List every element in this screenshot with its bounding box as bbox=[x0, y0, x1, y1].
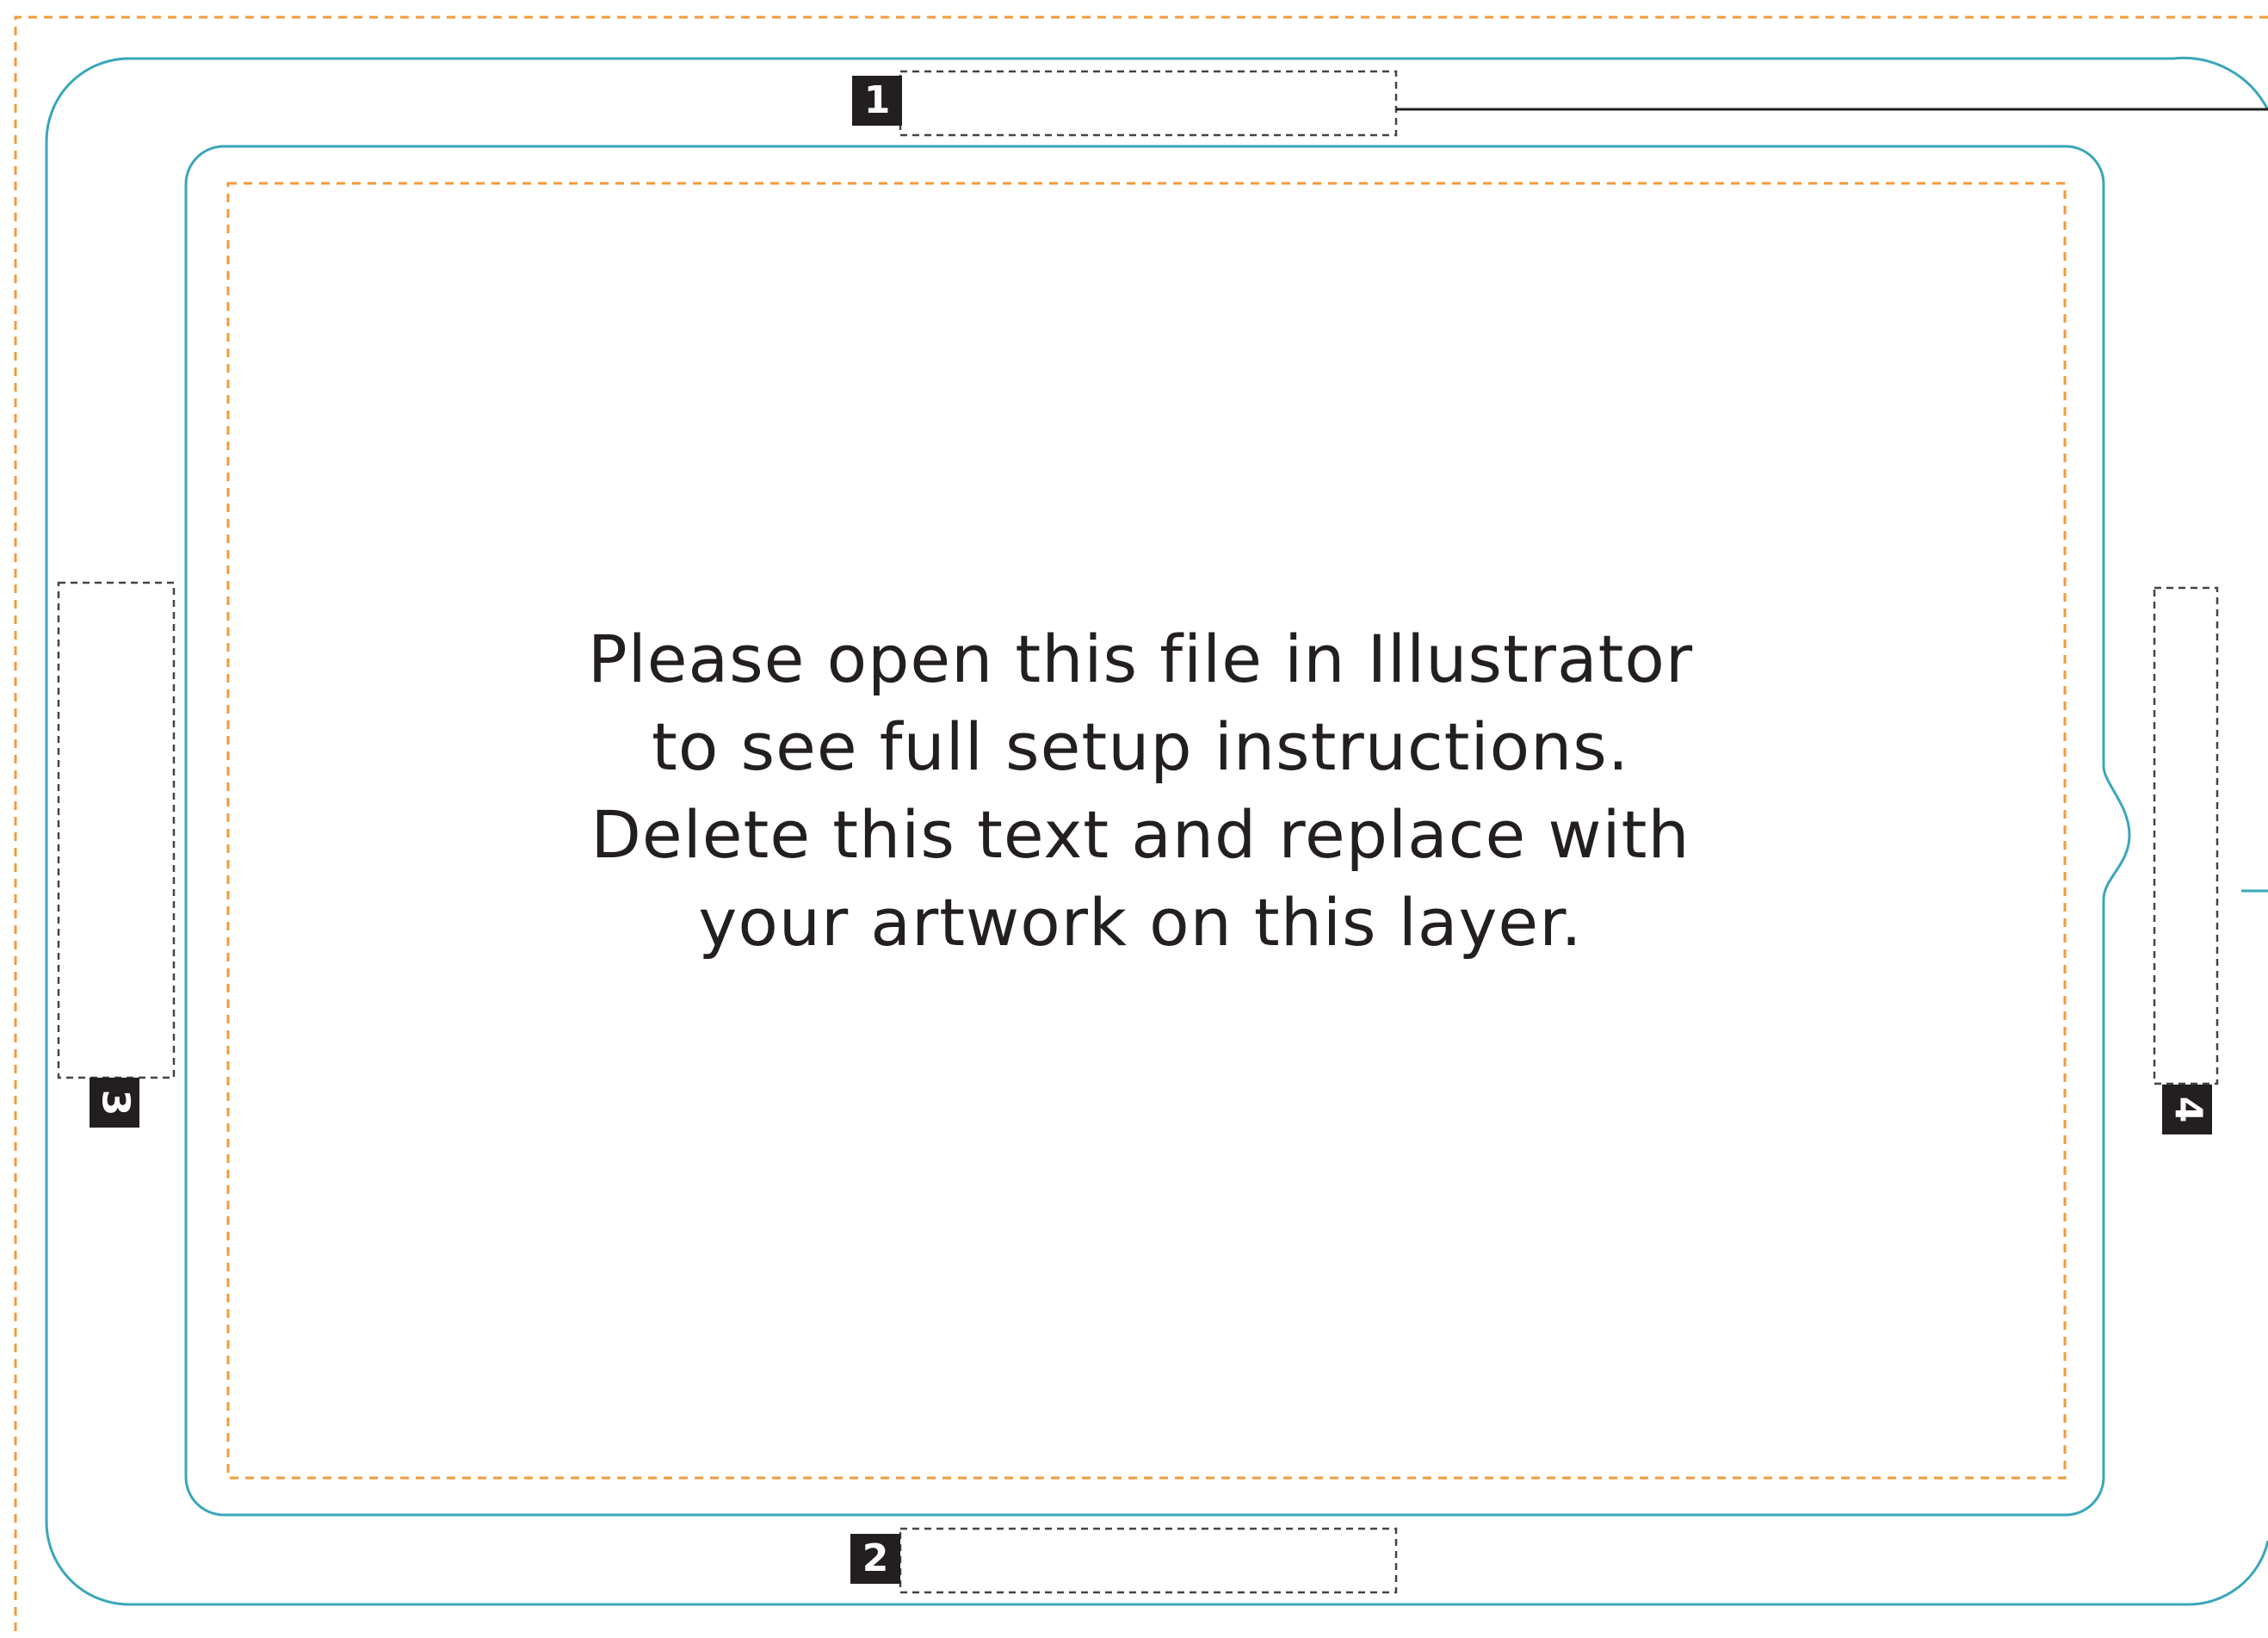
placeholder-slot-2 bbox=[899, 1527, 1398, 1594]
marker-2-label: 2 bbox=[862, 1536, 889, 1580]
instruction-text: Please open this file in Illustrator to … bbox=[482, 615, 1799, 967]
marker-1-label: 1 bbox=[863, 78, 891, 122]
placeholder-slot-1 bbox=[899, 70, 1398, 137]
instruction-line-3: Delete this text and replace with bbox=[590, 796, 1690, 873]
marker-2: 2 bbox=[850, 1534, 900, 1584]
marker-3: 3 bbox=[90, 1078, 139, 1128]
instruction-line-2: to see full setup instructions. bbox=[652, 708, 1629, 785]
marker-4: 4 bbox=[2162, 1085, 2212, 1134]
marker-1: 1 bbox=[852, 76, 902, 126]
placeholder-slot-3 bbox=[57, 581, 176, 1079]
placeholder-slot-4 bbox=[2153, 586, 2219, 1085]
instruction-line-4: your artwork on this layer. bbox=[698, 884, 1583, 961]
marker-3-label: 3 bbox=[93, 1089, 137, 1116]
marker-4-label: 4 bbox=[2166, 1096, 2209, 1123]
instruction-line-1: Please open this file in Illustrator bbox=[587, 621, 1694, 697]
